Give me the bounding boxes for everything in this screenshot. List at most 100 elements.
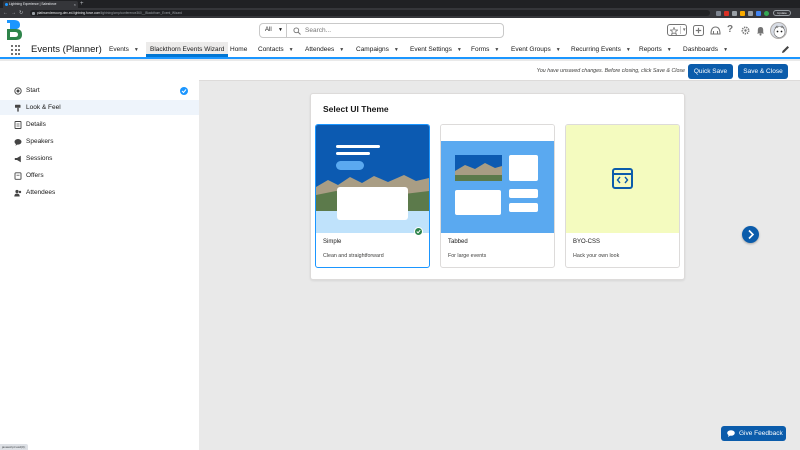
tabbed-theme-preview xyxy=(441,125,554,233)
sidebar-item-label: Start xyxy=(26,87,40,94)
user-avatar[interactable] xyxy=(770,22,787,39)
nav-item-contacts[interactable]: Contacts ▼ xyxy=(258,42,294,57)
nav-item-home[interactable]: Home xyxy=(230,42,247,57)
byo-css-theme-preview xyxy=(566,125,679,233)
sidebar-item-start[interactable]: Start xyxy=(0,83,199,98)
notifications-bell-icon[interactable] xyxy=(755,25,766,36)
sidebar-item-offers[interactable]: Offers xyxy=(0,168,199,183)
nav-item-dashboards[interactable]: Dashboards ▼ xyxy=(683,42,728,57)
give-feedback-button[interactable]: Give Feedback xyxy=(721,426,786,441)
search-input[interactable] xyxy=(305,25,495,36)
nav-item-events[interactable]: Events ▼ xyxy=(109,42,139,57)
chevron-down-icon[interactable]: ▼ xyxy=(289,43,294,58)
chevron-down-icon[interactable]: ▼ xyxy=(626,43,631,58)
address-bar[interactable]: platinumdemoorg-dev-ed.lightning.force.c… xyxy=(30,10,710,16)
trailhead-guidance-icon[interactable] xyxy=(710,25,721,36)
url-path: /lightning/cmp/conference360__Blackthorn… xyxy=(100,11,182,15)
extension-icon[interactable] xyxy=(748,10,753,16)
chevron-right-icon xyxy=(748,229,755,240)
step-complete-check-icon xyxy=(180,86,188,95)
star-icon[interactable] xyxy=(670,26,678,35)
global-header: All ▼ ▼ ? xyxy=(0,18,800,42)
offers-icon xyxy=(14,171,22,180)
nav-item-campaigns[interactable]: Campaigns ▼ xyxy=(356,42,399,57)
nav-item-label: Attendees xyxy=(305,46,335,53)
sidebar-item-sessions[interactable]: Sessions xyxy=(0,151,199,166)
reload-icon[interactable]: ↻ xyxy=(19,8,23,18)
chat-bubble-icon xyxy=(727,430,735,437)
theme-name: Tabbed xyxy=(448,239,468,245)
extension-icon[interactable] xyxy=(716,10,721,16)
theme-tile-byo-css[interactable]: BYO-CSS Hack your own look xyxy=(565,124,680,268)
chevron-down-icon[interactable]: ▼ xyxy=(339,43,344,58)
selected-check-icon xyxy=(414,227,423,236)
blackthorn-logo-icon xyxy=(7,20,22,40)
unsaved-changes-bar: You have unsaved changes. Before closing… xyxy=(199,61,800,81)
sidebar-item-speakers[interactable]: Speakers xyxy=(0,134,199,149)
sidebar-item-details[interactable]: Details xyxy=(0,117,199,132)
nav-item-label: Contacts xyxy=(258,46,284,53)
theme-tile-simple[interactable]: Simple Clean and straightforward xyxy=(315,124,430,268)
astro-avatar-icon xyxy=(773,25,786,38)
chevron-down-icon[interactable]: ▼ xyxy=(556,43,561,58)
sidebar-item-label: Sessions xyxy=(26,155,53,162)
nav-item-blackthorn-events-wizard[interactable]: Blackthorn Events Wizard xyxy=(146,42,229,57)
sidebar-item-attendees[interactable]: Attendees xyxy=(0,185,199,200)
attendees-icon xyxy=(14,189,22,196)
edit-nav-pencil-icon[interactable] xyxy=(781,45,790,54)
speakers-icon xyxy=(14,138,22,146)
help-icon[interactable]: ? xyxy=(727,24,733,35)
quick-save-button[interactable]: Quick Save xyxy=(688,64,733,79)
theme-name: Simple xyxy=(323,239,342,245)
next-themes-arrow-button[interactable] xyxy=(742,226,759,243)
browser-tab[interactable]: Lightning Experience | Salesforce × xyxy=(3,1,78,8)
chevron-down-icon[interactable]: ▼ xyxy=(134,43,139,58)
nav-item-event-settings[interactable]: Event Settings ▼ xyxy=(410,42,462,57)
salesforce-favicon-icon xyxy=(4,3,8,6)
app-name: Events (Planner) xyxy=(31,44,102,55)
nav-item-reports[interactable]: Reports ▼ xyxy=(639,42,672,57)
chevron-down-icon[interactable]: ▼ xyxy=(394,43,399,58)
nav-item-event-groups[interactable]: Event Groups ▼ xyxy=(511,42,561,57)
wizard-steps-sidebar: Start Look & Feel Details Speakers Sessi… xyxy=(0,61,199,450)
search-scope-select[interactable]: All ▼ xyxy=(260,24,287,37)
extension-icon[interactable] xyxy=(732,10,737,16)
sidebar-item-look-and-feel[interactable]: Look & Feel xyxy=(0,100,199,115)
profile-icon[interactable] xyxy=(764,10,769,16)
favorites-menu-chevron-icon[interactable]: ▼ xyxy=(680,26,686,34)
close-tab-icon[interactable]: × xyxy=(74,1,76,8)
nav-item-forms[interactable]: Forms ▼ xyxy=(471,42,499,57)
chevron-down-icon[interactable]: ▼ xyxy=(667,43,672,58)
browser-tab-strip: Lightning Experience | Salesforce × + xyxy=(0,0,800,8)
back-icon[interactable]: ← xyxy=(3,8,8,18)
card-title: Select UI Theme xyxy=(323,104,389,114)
chevron-down-icon[interactable]: ▼ xyxy=(457,43,462,58)
paint-icon xyxy=(15,104,21,112)
nav-item-label: Recurring Events xyxy=(571,46,621,53)
theme-name: BYO-CSS xyxy=(573,239,601,245)
nav-item-recurring-events[interactable]: Recurring Events ▼ xyxy=(571,42,631,57)
theme-picker-card: Select UI Theme Simple Clean and straigh… xyxy=(310,93,685,280)
nav-item-attendees[interactable]: Attendees ▼ xyxy=(305,42,344,57)
new-tab-button[interactable]: + xyxy=(80,0,84,8)
extension-icon[interactable] xyxy=(740,10,745,16)
theme-tile-tabbed[interactable]: Tabbed For large events xyxy=(440,124,555,268)
chevron-down-icon[interactable]: ▼ xyxy=(723,43,728,58)
nav-item-label: Blackthorn Events Wizard xyxy=(150,46,225,53)
forward-icon[interactable]: → xyxy=(11,8,16,18)
app-launcher-icon[interactable] xyxy=(11,45,21,55)
sidebar-item-label: Details xyxy=(26,121,46,128)
browser-status-bar: javascript:void(0); xyxy=(0,444,28,450)
extension-icon[interactable] xyxy=(724,10,729,16)
give-feedback-label: Give Feedback xyxy=(739,430,783,437)
save-and-close-button[interactable]: Save & Close xyxy=(738,64,788,79)
extension-icon[interactable] xyxy=(756,10,761,16)
chevron-down-icon[interactable]: ▼ xyxy=(494,43,499,58)
global-actions-plus-icon[interactable] xyxy=(693,25,704,36)
theme-description: For large events xyxy=(448,253,487,259)
lock-icon xyxy=(32,11,35,15)
gear-icon[interactable] xyxy=(740,25,751,36)
browser-tab-title: Lightning Experience | Salesforce xyxy=(9,2,57,6)
nav-item-label: Event Settings xyxy=(410,46,452,53)
update-button[interactable]: Update xyxy=(773,10,791,16)
